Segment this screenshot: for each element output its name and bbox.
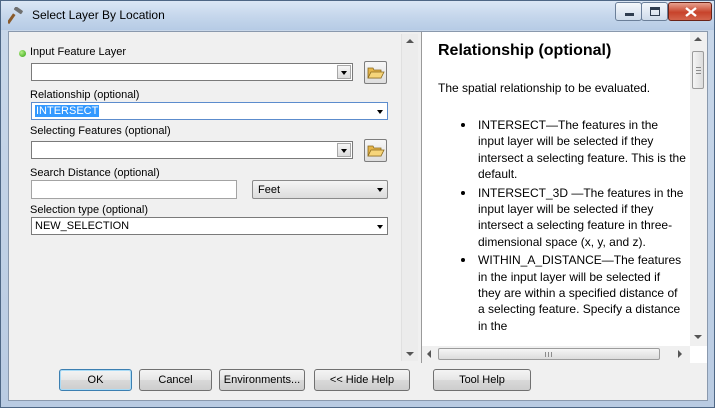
help-content: Relationship (optional) The spatial rela…: [422, 32, 690, 346]
scroll-up-icon[interactable]: [406, 39, 414, 43]
parameters-panel: Input Feature Layer Relationship (option…: [9, 32, 418, 363]
chevron-down-icon: [377, 188, 383, 192]
help-title: Relationship (optional): [438, 42, 612, 59]
chevron-down-icon: [341, 149, 347, 153]
close-button[interactable]: [668, 2, 712, 21]
help-horizontal-scrollbar[interactable]: [422, 346, 690, 363]
scroll-up-icon[interactable]: [694, 37, 702, 41]
hide-help-button[interactable]: << Hide Help: [314, 369, 410, 391]
browse-input-layer-button[interactable]: [364, 61, 387, 84]
relationship-combo[interactable]: INTERSECT: [31, 102, 388, 120]
search-distance-input[interactable]: [31, 180, 237, 199]
list-item: INTERSECT—The features in the input laye…: [461, 118, 686, 182]
selection-type-combo[interactable]: NEW_SELECTION: [31, 217, 388, 235]
selection-type-label: Selection type (optional): [30, 204, 149, 216]
dialog-window: Select Layer By Location Input Feature L…: [0, 0, 715, 408]
distance-units-value: Feet: [258, 184, 281, 196]
scroll-down-icon[interactable]: [406, 352, 414, 356]
parameters-scrollbar[interactable]: [401, 34, 418, 361]
close-icon: [685, 7, 697, 17]
list-item: WITHIN_A_DISTANCE—The features in the in…: [461, 252, 686, 334]
minimize-icon: [625, 13, 634, 16]
tool-help-button[interactable]: Tool Help: [433, 369, 531, 391]
required-indicator-icon: [19, 50, 26, 57]
help-hscroll-thumb[interactable]: [438, 348, 660, 360]
selecting-features-combo[interactable]: [31, 141, 353, 159]
selecting-features-dropdown[interactable]: [337, 143, 351, 157]
relationship-value: INTERSECT: [35, 105, 100, 117]
window-title: Select Layer By Location: [32, 8, 165, 22]
ok-button[interactable]: OK: [59, 369, 132, 391]
title-bar[interactable]: Select Layer By Location: [1, 1, 714, 30]
relationship-label: Relationship (optional): [30, 89, 140, 101]
distance-units-select[interactable]: Feet: [252, 180, 388, 199]
cancel-button[interactable]: Cancel: [139, 369, 212, 391]
input-feature-layer-combo[interactable]: [31, 63, 353, 81]
help-vertical-scrollbar[interactable]: [690, 32, 707, 346]
help-scroll-thumb[interactable]: [692, 51, 704, 89]
minimize-button[interactable]: [615, 2, 642, 21]
folder-open-icon: [367, 145, 385, 157]
help-intro: The spatial relationship to be evaluated…: [438, 81, 651, 95]
scroll-right-icon[interactable]: [678, 350, 682, 358]
chevron-down-icon: [341, 71, 347, 75]
maximize-button[interactable]: [641, 2, 668, 21]
input-feature-layer-label: Input Feature Layer: [30, 46, 127, 58]
environments-button[interactable]: Environments...: [219, 369, 305, 391]
search-distance-label: Search Distance (optional): [30, 167, 160, 179]
browse-selecting-features-button[interactable]: [364, 139, 387, 162]
help-list: INTERSECT—The features in the input laye…: [461, 117, 686, 336]
selecting-features-label: Selecting Features (optional): [30, 125, 171, 137]
input-feature-layer-dropdown[interactable]: [337, 65, 351, 79]
chevron-down-icon: [377, 225, 383, 229]
list-item: INTERSECT_3D —The features in the input …: [461, 185, 686, 251]
help-panel: Relationship (optional) The spatial rela…: [421, 32, 707, 363]
hammer-icon: [8, 7, 23, 24]
scroll-down-icon[interactable]: [694, 335, 702, 339]
dialog-client-area: Input Feature Layer Relationship (option…: [8, 31, 708, 401]
maximize-icon: [650, 7, 660, 16]
chevron-down-icon: [377, 110, 383, 114]
selection-type-value: NEW_SELECTION: [35, 220, 130, 232]
scroll-left-icon[interactable]: [427, 350, 431, 358]
folder-open-icon: [367, 67, 385, 79]
